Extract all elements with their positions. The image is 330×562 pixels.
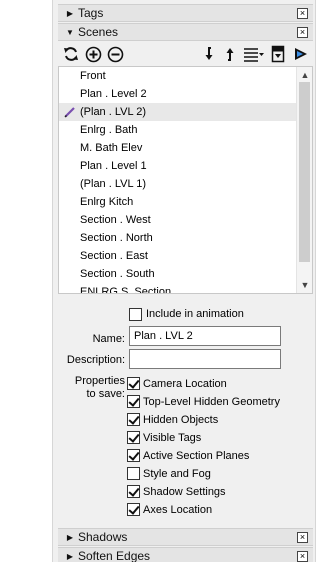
list-item[interactable]: Section . West <box>59 211 297 229</box>
tags-panel-header[interactable]: ▶ Tags × <box>58 4 313 22</box>
soften-edges-panel-title: Soften Edges <box>78 549 151 562</box>
list-item[interactable]: Plan . Level 2 <box>59 85 297 103</box>
scene-name-input[interactable] <box>129 326 281 346</box>
shadow-settings-label: Shadow Settings <box>143 486 226 498</box>
include-in-animation-checkbox[interactable] <box>129 308 142 321</box>
active-section-planes-label: Active Section Planes <box>143 450 250 462</box>
collapse-triangle-icon: ▼ <box>66 27 74 37</box>
move-scene-up-icon[interactable] <box>220 45 238 63</box>
expand-triangle-icon: ▶ <box>66 8 74 18</box>
expand-triangle-icon: ▶ <box>66 551 74 561</box>
list-item[interactable]: Enlrg Kitch <box>59 193 297 211</box>
list-item[interactable]: Enlrg . Bath <box>59 121 297 139</box>
scroll-down-arrow-icon[interactable]: ▼ <box>297 278 312 292</box>
axes-location-label: Axes Location <box>143 504 213 516</box>
camera-location-checkbox[interactable] <box>127 377 140 390</box>
top-level-hidden-geometry-label: Top-Level Hidden Geometry <box>143 396 280 408</box>
style-and-fog-label: Style and Fog <box>143 468 211 480</box>
scenes-panel-title: Scenes <box>78 25 119 39</box>
axes-location-checkbox[interactable] <box>127 503 140 516</box>
list-item[interactable]: (Plan . LVL 1) <box>59 175 297 193</box>
scene-name: M. Bath Elev <box>80 142 143 154</box>
camera-location-label: Camera Location <box>143 378 227 390</box>
top-level-hidden-geometry-checkbox[interactable] <box>127 395 140 408</box>
view-options-icon[interactable] <box>242 45 266 63</box>
scene-name: (Plan . LVL 2) <box>80 106 147 118</box>
description-label: Description: <box>66 354 125 366</box>
properties-label: Properties <box>74 375 125 387</box>
close-icon[interactable]: × <box>297 550 308 562</box>
close-icon[interactable]: × <box>297 7 308 19</box>
shadows-panel-title: Shadows <box>78 530 128 544</box>
close-icon[interactable]: × <box>297 531 308 543</box>
scroll-up-arrow-icon[interactable]: ▲ <box>297 68 312 82</box>
scene-name: Section . South <box>80 268 155 280</box>
hidden-objects-checkbox[interactable] <box>127 413 140 426</box>
close-icon[interactable]: × <box>297 26 308 38</box>
scene-name: Front <box>80 70 106 82</box>
move-scene-down-icon[interactable] <box>201 45 219 63</box>
scenes-panel-header[interactable]: ▼ Scenes × <box>58 23 313 41</box>
visible-tags-label: Visible Tags <box>143 432 202 444</box>
scrollbar-thumb[interactable] <box>299 82 310 262</box>
scenes-toolbar <box>58 43 313 65</box>
list-item[interactable]: ENLRG S. Section <box>59 283 297 294</box>
name-label: Name: <box>92 333 125 345</box>
scene-name: Enlrg . Bath <box>80 124 138 136</box>
list-item[interactable]: M. Bath Elev <box>59 139 297 157</box>
soften-edges-panel-header[interactable]: ▶ Soften Edges × <box>58 547 313 562</box>
style-and-fog-checkbox[interactable] <box>127 467 140 480</box>
to-save-label: to save: <box>86 388 125 400</box>
scene-name: ENLRG S. Section <box>80 286 172 294</box>
include-in-animation-label: Include in animation <box>146 308 244 320</box>
add-scene-icon[interactable] <box>84 45 102 63</box>
list-item[interactable]: Section . South <box>59 265 297 283</box>
scene-name: (Plan . LVL 1) <box>80 178 147 190</box>
scene-list-scrollbar[interactable]: ▲ ▼ <box>296 67 312 293</box>
panel-menu-icon[interactable] <box>292 45 310 63</box>
list-item[interactable]: Front <box>59 67 297 85</box>
scene-list[interactable]: Front Plan . Level 2 (Plan . LVL 2) Enlr… <box>58 66 313 294</box>
scene-name: Enlrg Kitch <box>80 196 134 208</box>
list-item-selected[interactable]: (Plan . LVL 2) <box>59 103 297 121</box>
hide-details-icon[interactable] <box>269 45 287 63</box>
scene-name: Section . West <box>80 214 151 226</box>
scene-name: Plan . Level 1 <box>80 160 147 172</box>
active-section-planes-checkbox[interactable] <box>127 449 140 462</box>
scene-name: Section . North <box>80 232 153 244</box>
hidden-objects-label: Hidden Objects <box>143 414 219 426</box>
scene-description-input[interactable] <box>129 349 281 369</box>
scene-name: Plan . Level 2 <box>80 88 147 100</box>
pencil-icon <box>64 106 76 118</box>
tags-panel-title: Tags <box>78 6 104 20</box>
list-item[interactable]: Section . North <box>59 229 297 247</box>
shadows-panel-header[interactable]: ▶ Shadows × <box>58 528 313 546</box>
shadow-settings-checkbox[interactable] <box>127 485 140 498</box>
list-item[interactable]: Plan . Level 1 <box>59 157 297 175</box>
remove-scene-icon[interactable] <box>106 45 124 63</box>
scene-name: Section . East <box>80 250 148 262</box>
visible-tags-checkbox[interactable] <box>127 431 140 444</box>
update-scene-icon[interactable] <box>62 45 80 63</box>
list-item[interactable]: Section . East <box>59 247 297 265</box>
expand-triangle-icon: ▶ <box>66 532 74 542</box>
